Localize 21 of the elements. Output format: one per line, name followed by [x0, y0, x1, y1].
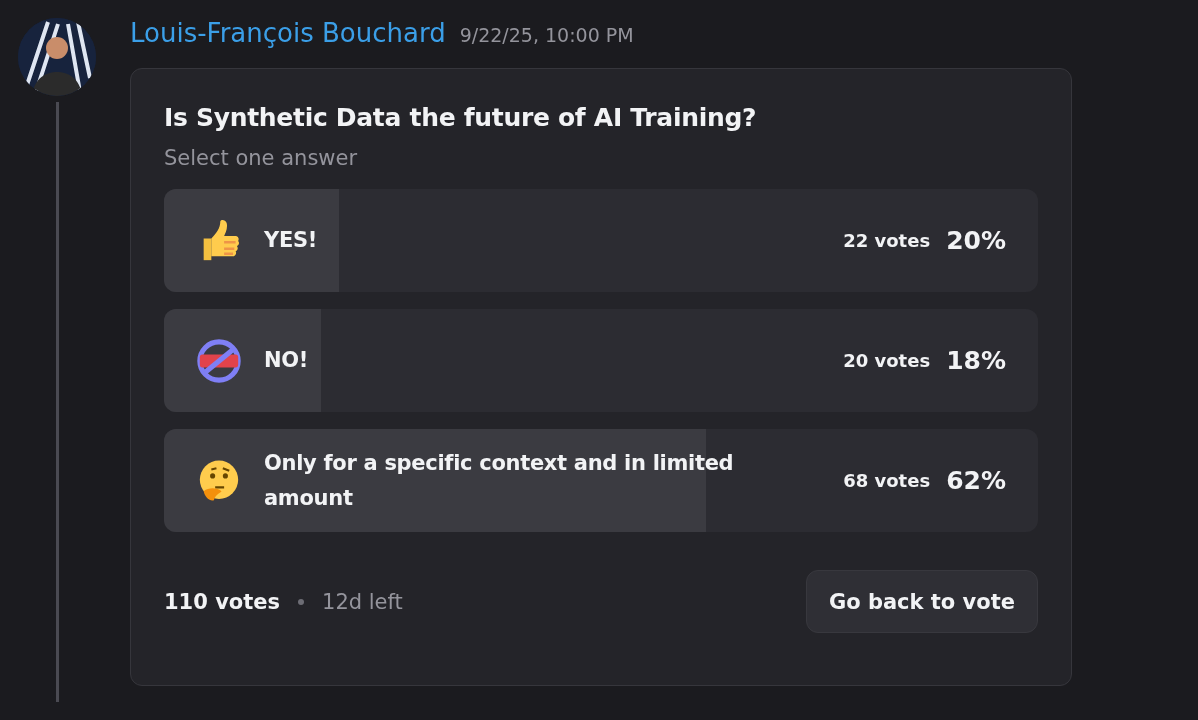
timestamp: 9/22/25, 10:00 PM: [459, 24, 634, 46]
answer-label: NO!: [264, 347, 310, 374]
vote-percent: 18%: [946, 346, 1006, 375]
vote-count: 22 votes: [843, 230, 931, 251]
prohibited-icon: [196, 337, 242, 384]
poll-hint: Select one answer: [164, 146, 359, 170]
answer-label: YES!: [264, 227, 319, 254]
poll-question: Is Synthetic Data the future of AI Training?: [164, 103, 758, 132]
separator-dot: [298, 598, 305, 605]
vote-count: 20 votes: [843, 350, 931, 371]
time-left: 12d left: [322, 589, 403, 614]
vote-percent: 20%: [946, 226, 1006, 255]
poll-answer[interactable]: YES! 22 votes 20%: [164, 189, 1038, 292]
poll-answer[interactable]: NO! 20 votes 18%: [164, 309, 1038, 412]
poll-answer[interactable]: Only for a specific context and in limited amount 68 votes 62%: [164, 429, 1038, 532]
author-name[interactable]: Louis-François Bouchard: [130, 18, 446, 48]
vote-count: 68 votes: [843, 470, 931, 491]
answer-label: Only for a specific context and in limited amount: [264, 449, 735, 512]
total-votes: 110 votes: [164, 589, 281, 614]
vote-percent: 62%: [946, 466, 1006, 495]
vote-button[interactable]: Go back to vote: [805, 570, 1038, 633]
